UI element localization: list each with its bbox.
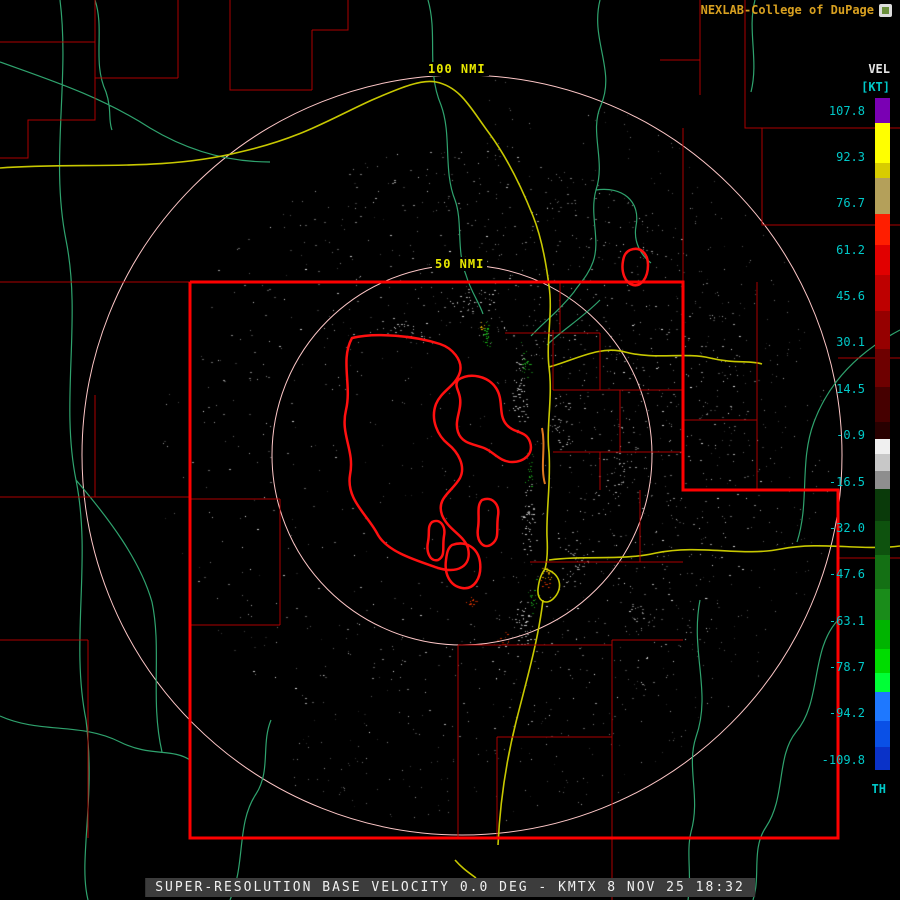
colorbar-segment: [875, 520, 890, 555]
range-ring-label-50: 50 NMI: [432, 257, 488, 271]
colorbar-segment: [875, 178, 890, 214]
colorbar-segment: [875, 453, 890, 472]
colorbar-segment: [875, 554, 890, 589]
colorbar-segment: [875, 438, 890, 454]
colorbar-segment: [875, 648, 890, 674]
colorbar-segment: [875, 720, 890, 747]
highways: [0, 80, 900, 879]
colorbar-tick: 61.2: [836, 243, 865, 257]
colorbar-tick: 76.7: [836, 196, 865, 210]
colorbar-segment: [875, 746, 890, 770]
colorbar-tick: -16.5: [828, 475, 865, 489]
colorbar-segment: [875, 245, 890, 276]
colorbar-segment: [875, 275, 890, 311]
colorbar-segment: [875, 163, 890, 179]
colorbar-segment: [875, 310, 890, 349]
colorbar-tick: -32.0: [828, 521, 865, 535]
colorbar-segment: [875, 98, 890, 123]
colorbar-tick: -94.2: [828, 706, 865, 720]
colorbar-segment: [875, 386, 890, 423]
lake-outlines: [343, 247, 650, 590]
colorbar-segment: [875, 348, 890, 387]
colorbar-segment: [875, 422, 890, 439]
range-ring-label-100: 100 NMI: [425, 62, 489, 76]
colorbar-tick: 30.1: [836, 335, 865, 349]
colorbar-tick: 45.6: [836, 289, 865, 303]
base-map: [0, 0, 900, 900]
highway-segment-orange: [541, 427, 546, 485]
county-borders: [0, 0, 900, 900]
colorbar-gradient: [875, 98, 890, 770]
colorbar-segment: [875, 213, 890, 246]
colorbar-segment: [875, 489, 890, 521]
colorbar-tick: 92.3: [836, 150, 865, 164]
colorbar-segment: [875, 471, 890, 490]
colorbar-segment: [875, 692, 890, 721]
colorbar-tick: -47.6: [828, 567, 865, 581]
colorbar-units: [KT]: [861, 80, 890, 94]
colorbar-threshold-label: TH: [871, 782, 886, 796]
radar-display: 100 NMI 50 NMI NEXLAB-College of DuPage …: [0, 0, 900, 900]
colorbar-title: VEL: [868, 62, 890, 76]
colorbar-tick: -78.7: [828, 660, 865, 674]
colorbar-segment: [875, 673, 890, 693]
colorbar-tick: 107.8: [828, 104, 865, 118]
colorbar-tick: -63.1: [828, 614, 865, 628]
velocity-colorbar: VEL [KT] 107.8 92.3 76.7 61.2 45.6 30.1 …: [780, 0, 900, 900]
colorbar-segment: [875, 588, 890, 621]
colorbar-tick: -109.8: [821, 753, 865, 767]
range-rings: [81, 74, 843, 836]
product-title: SUPER-RESOLUTION BASE VELOCITY 0.0 DEG -…: [155, 880, 745, 895]
range-ring-100nmi: [81, 74, 843, 836]
colorbar-segment: [875, 620, 890, 649]
state-borders: [188, 280, 840, 840]
colorbar-tick: -0.9: [836, 428, 865, 442]
rivers: [0, 0, 900, 900]
status-bar: SUPER-RESOLUTION BASE VELOCITY 0.0 DEG -…: [145, 878, 755, 897]
colorbar-tick: 14.5: [836, 382, 865, 396]
colorbar-segment: [875, 122, 890, 164]
